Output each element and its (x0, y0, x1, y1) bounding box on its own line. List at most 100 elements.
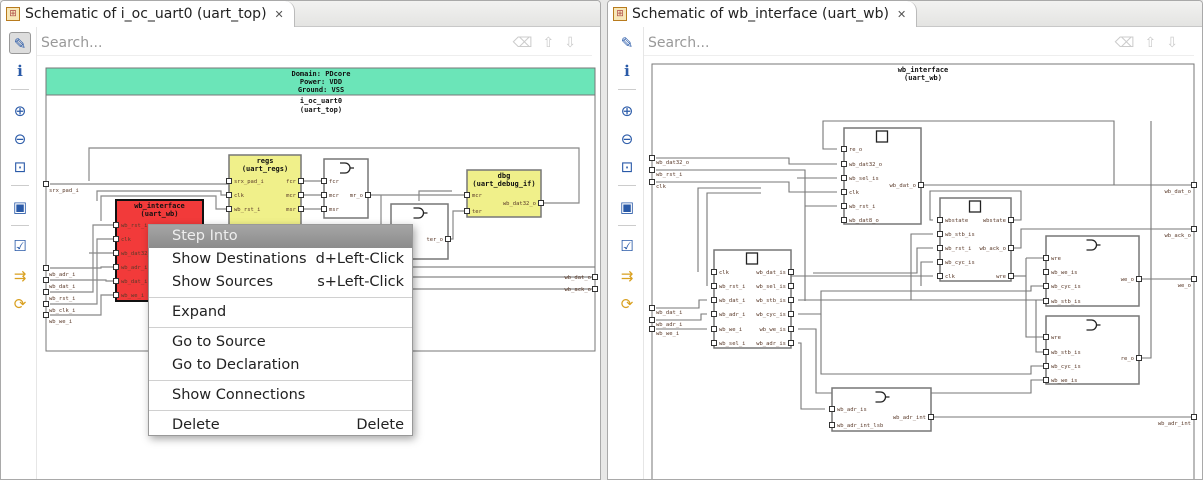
block-dbg[interactable]: dbg(uart_debug_if)mcr ter wb_dat32_o (464, 169, 544, 218)
port-pin[interactable] (1043, 334, 1049, 340)
port-pin[interactable] (226, 178, 232, 184)
search-input[interactable]: Search... ⌫⇧⇩ (644, 30, 1194, 56)
close-tab-icon[interactable]: ✕ (275, 8, 284, 21)
port-pin[interactable] (1191, 182, 1197, 188)
port-pin[interactable] (841, 161, 847, 167)
port-pin[interactable] (1136, 355, 1142, 361)
block-body[interactable] (1045, 235, 1140, 307)
port-pin[interactable] (445, 236, 451, 242)
port-pin[interactable] (1043, 255, 1049, 261)
zoom-in-icon[interactable]: ⊕ (9, 100, 31, 122)
port-pin[interactable] (43, 289, 49, 295)
port-pin[interactable] (841, 203, 847, 209)
port-pin[interactable] (649, 305, 655, 311)
block-E[interactable]: wre wb_stb_is wb_cyc_is wb_we_is re_o (1043, 315, 1142, 385)
port-pin[interactable] (1191, 414, 1197, 420)
port-pin[interactable] (841, 217, 847, 223)
menu-item-delete[interactable]: Delete Delete (149, 414, 412, 437)
port-pin[interactable] (1043, 283, 1049, 289)
port-pin[interactable] (788, 269, 794, 275)
port-pin[interactable] (113, 292, 119, 298)
block-F[interactable]: wb_adr_is wb_adr_int_lsb wb_adr_int (829, 387, 934, 432)
clear-icon[interactable]: ⌫ (1115, 35, 1145, 51)
select-icon[interactable]: ✎ (616, 32, 638, 54)
block-body[interactable] (466, 169, 542, 218)
port-pin[interactable] (321, 178, 327, 184)
port-pin[interactable] (918, 182, 924, 188)
refresh-icon[interactable]: ⟳ (9, 293, 31, 315)
port-pin[interactable] (1191, 226, 1197, 232)
port-pin[interactable] (298, 192, 304, 198)
port-pin[interactable] (464, 208, 470, 214)
port-pin[interactable] (43, 181, 49, 187)
port-pin[interactable] (711, 269, 717, 275)
block-body[interactable] (713, 249, 792, 349)
port-pin[interactable] (788, 297, 794, 303)
port-pin[interactable] (937, 217, 943, 223)
port-pin[interactable] (321, 206, 327, 212)
port-pin[interactable] (841, 189, 847, 195)
port-pin[interactable] (788, 283, 794, 289)
port-pin[interactable] (538, 200, 544, 206)
port-pin[interactable] (711, 340, 717, 346)
port-pin[interactable] (298, 178, 304, 184)
port-pin[interactable] (788, 326, 794, 332)
expand-ports-icon[interactable]: ⇉ (9, 265, 31, 287)
port-pin[interactable] (1043, 377, 1049, 383)
port-pin[interactable] (113, 264, 119, 270)
port-pin[interactable] (1008, 245, 1014, 251)
port-pin[interactable] (937, 273, 943, 279)
down-arrow-icon[interactable]: ⇩ (564, 35, 586, 51)
port-pin[interactable] (649, 326, 655, 332)
info-icon[interactable]: ℹ (9, 60, 31, 82)
port-pin[interactable] (937, 259, 943, 265)
block-body[interactable] (1045, 315, 1140, 385)
select-icon[interactable]: ✎ (9, 32, 31, 54)
port-pin[interactable] (113, 236, 119, 242)
port-pin[interactable] (1008, 273, 1014, 279)
block-C[interactable]: clk wb_rst_i wb_dat_i wb_adr_i wb_we_i wb_sel… (711, 249, 794, 349)
block-mux1[interactable]: fcr mcr msr mr_o (321, 158, 371, 219)
close-tab-icon[interactable]: ✕ (897, 8, 906, 21)
block-D[interactable]: wre wb_we_is wb_cyc_is wb_stb_is we_o (1043, 235, 1142, 307)
port-pin[interactable] (711, 311, 717, 317)
zoom-fit-icon[interactable]: ⊡ (616, 156, 638, 178)
menu-item-show-connections[interactable]: Show Connections (149, 384, 412, 407)
port-pin[interactable] (711, 297, 717, 303)
block-body[interactable] (831, 387, 932, 432)
port-pin[interactable] (226, 206, 232, 212)
port-pin[interactable] (1008, 217, 1014, 223)
block-A[interactable]: re_o wb_dat32_o wb_sel_isclk wb_rst_i wb_dat… (841, 127, 924, 225)
port-pin[interactable] (829, 422, 835, 428)
save-icon[interactable]: ▣ (9, 196, 31, 218)
port-pin[interactable] (788, 340, 794, 346)
port-pin[interactable] (1191, 276, 1197, 282)
port-pin[interactable] (841, 146, 847, 152)
port-pin[interactable] (43, 265, 49, 271)
menu-item-go-to-source[interactable]: Go to Source (149, 331, 412, 354)
port-pin[interactable] (649, 179, 655, 185)
port-pin[interactable] (43, 312, 49, 318)
up-arrow-icon[interactable]: ⇧ (1145, 35, 1167, 51)
zoom-out-icon[interactable]: ⊖ (9, 128, 31, 150)
port-pin[interactable] (592, 286, 598, 292)
zoom-out-icon[interactable]: ⊖ (616, 128, 638, 150)
port-pin[interactable] (43, 277, 49, 283)
menu-item-expand[interactable]: Expand (149, 301, 412, 324)
right-schematic-canvas[interactable]: wb_interface(uart_wb)wb_dat32_owb_rst_ic… (608, 1, 1203, 480)
search-input[interactable]: Search... ⌫⇧⇩ (37, 30, 592, 56)
port-pin[interactable] (1043, 298, 1049, 304)
zoom-fit-icon[interactable]: ⊡ (9, 156, 31, 178)
checklist-icon[interactable]: ☑ (616, 235, 638, 257)
port-pin[interactable] (1136, 276, 1142, 282)
up-arrow-icon[interactable]: ⇧ (543, 35, 565, 51)
port-pin[interactable] (1043, 269, 1049, 275)
block-body[interactable] (843, 127, 922, 225)
menu-item-show-sources[interactable]: Show Sources s+Left-Click (149, 271, 412, 294)
block-body[interactable] (228, 154, 302, 228)
port-pin[interactable] (321, 192, 327, 198)
port-pin[interactable] (711, 283, 717, 289)
checklist-icon[interactable]: ☑ (9, 235, 31, 257)
info-icon[interactable]: ℹ (616, 60, 638, 82)
port-pin[interactable] (649, 155, 655, 161)
